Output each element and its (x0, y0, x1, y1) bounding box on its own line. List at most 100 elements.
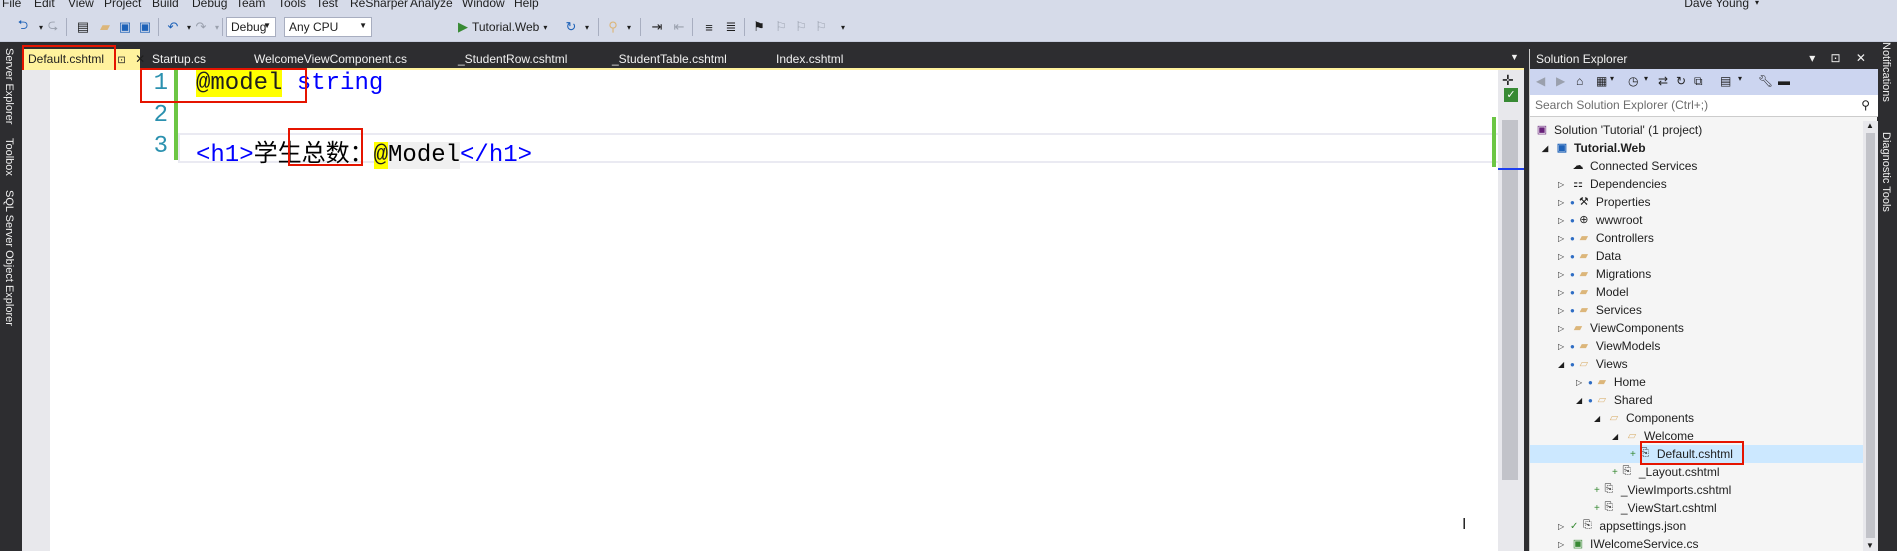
menu-analyze[interactable]: Analyze (410, 0, 453, 10)
home-icon[interactable]: ⌂ (1576, 74, 1583, 88)
menu-project[interactable]: Project (104, 0, 141, 10)
close-icon[interactable]: ✕ (135, 52, 145, 66)
notifications-tab[interactable]: Notifications (1880, 42, 1892, 102)
scrollbar-thumb[interactable] (1502, 120, 1518, 480)
tree-node-components[interactable]: ◢ ▱ Components (1594, 409, 1694, 427)
menu-view[interactable]: View (68, 0, 94, 10)
tab-welcomeviewcomponent-cs[interactable]: WelcomeViewComponent.cs (248, 49, 413, 69)
new-project-icon[interactable]: ▤ (74, 18, 92, 36)
tree-node-services[interactable]: ▷ ● ▰ Services (1558, 301, 1642, 319)
preview-icon[interactable]: ▬ (1778, 74, 1790, 88)
tree-node-project[interactable]: ◢ ▣ Tutorial.Web (1542, 139, 1646, 157)
back-icon[interactable]: ⮌ (14, 17, 32, 36)
server-explorer-tab[interactable]: Server Explorer (3, 48, 15, 124)
collapsed-arrow-icon[interactable]: ▷ (1558, 324, 1570, 333)
tree-node-viewimports-cshtml[interactable]: + ⎘ _ViewImports.cshtml (1594, 481, 1731, 499)
scrollbar-thumb[interactable] (1866, 133, 1875, 538)
tree-node-controllers[interactable]: ▷ ● ▰ Controllers (1558, 229, 1654, 247)
indent-icon[interactable]: ⇤ (670, 18, 688, 36)
show-all-files-icon[interactable]: ▤ (1720, 74, 1731, 88)
collapsed-arrow-icon[interactable]: ▷ (1558, 522, 1570, 531)
save-all-icon[interactable]: ▣ (136, 18, 154, 36)
expanded-arrow-icon[interactable]: ◢ (1594, 414, 1606, 423)
tab-studentrow-cshtml[interactable]: _StudentRow.cshtml (452, 49, 573, 69)
bookmark-icon[interactable]: ⚑ (750, 18, 768, 36)
tree-node-migrations[interactable]: ▷ ● ▰ Migrations (1558, 265, 1651, 283)
menu-tools[interactable]: Tools (278, 0, 306, 10)
start-debugging-button[interactable]: ▶ Tutorial.Web ▾ (458, 17, 547, 37)
tree-node-wwwroot[interactable]: ▷ ● ⊕ wwwroot (1558, 211, 1643, 229)
chevron-down-icon[interactable]: ▾ (1610, 74, 1614, 83)
comment-icon[interactable]: ≡ (700, 18, 718, 36)
tab-startup-cs[interactable]: Startup.cs (146, 49, 212, 69)
tree-node-dependencies[interactable]: ▷ ⚏ Dependencies (1558, 175, 1667, 193)
collapsed-arrow-icon[interactable]: ▷ (1558, 252, 1570, 261)
overflow-chevron-icon[interactable]: ▾ (834, 18, 852, 36)
tree-node-iwelcomeservice-cs[interactable]: ▷ ▣ IWelcomeService.cs (1558, 535, 1698, 551)
toolbox-tab[interactable]: Toolbox (3, 138, 15, 176)
tab-index-cshtml[interactable]: Index.cshtml (770, 49, 849, 69)
menu-build[interactable]: Build (152, 0, 179, 10)
step-icon[interactable]: ⇥ (648, 18, 666, 36)
chevron-down-icon[interactable]: ▾ (1738, 74, 1742, 83)
configuration-select[interactable]: Debug ▼ (226, 17, 276, 37)
solution-explorer-search-input[interactable]: Search Solution Explorer (Ctrl+;) ⚲ (1530, 95, 1878, 117)
solution-explorer-scrollbar[interactable]: ▲ ▼ (1863, 121, 1878, 551)
collapsed-arrow-icon[interactable]: ▷ (1558, 198, 1570, 207)
chevron-down-icon[interactable]: ▾ (578, 18, 596, 36)
panel-window-controls[interactable]: ▾ ⊡ ✕ (1809, 51, 1872, 65)
tab-studenttable-cshtml[interactable]: _StudentTable.cshtml (606, 49, 733, 69)
save-icon[interactable]: ▣ (116, 18, 134, 36)
collapsed-arrow-icon[interactable]: ▷ (1558, 306, 1570, 315)
menu-edit[interactable]: Edit (34, 0, 55, 10)
back-icon[interactable]: ◀ (1536, 74, 1545, 88)
menu-test[interactable]: Test (316, 0, 338, 10)
tree-node-viewmodels[interactable]: ▷ ● ▰ ViewModels (1558, 337, 1660, 355)
menu-window[interactable]: Window (462, 0, 505, 10)
tree-node-properties[interactable]: ▷ ● ⚒ Properties (1558, 193, 1651, 211)
split-window-icon[interactable]: ✛ (1502, 72, 1514, 89)
code-editor[interactable]: 1 2 3 @model string <h1>学生总数：@Model</h1>… (22, 68, 1524, 551)
forward-icon[interactable]: ▶ (1556, 74, 1565, 88)
pin-icon[interactable]: ⊡ (117, 55, 125, 66)
chevron-down-icon[interactable]: ▾ (1644, 74, 1648, 83)
prev-bookmark-icon[interactable]: ⚐ (772, 18, 790, 36)
refresh-icon[interactable]: ↻ (1676, 74, 1686, 88)
sql-server-object-explorer-tab[interactable]: SQL Server Object Explorer (3, 190, 15, 326)
no-issues-check-icon[interactable]: ✓ (1504, 88, 1518, 102)
menu-help[interactable]: Help (514, 0, 539, 10)
tab-list-dropdown-icon[interactable]: ▼ (1510, 52, 1519, 62)
forward-icon[interactable]: ⮎ (44, 17, 62, 36)
diagnostic-tools-tab[interactable]: Diagnostic Tools (1880, 132, 1892, 212)
tree-node-connected-services[interactable]: ☁ Connected Services (1558, 157, 1698, 175)
collapsed-arrow-icon[interactable]: ▷ (1558, 234, 1570, 243)
collapsed-arrow-icon[interactable]: ▷ (1576, 378, 1588, 387)
expanded-arrow-icon[interactable]: ◢ (1576, 396, 1588, 405)
expanded-arrow-icon[interactable]: ◢ (1542, 144, 1554, 153)
sync-icon[interactable]: ⇄ (1658, 74, 1668, 88)
tree-node-appsettings-json[interactable]: ▷ ✓ ⎘ appsettings.json (1558, 517, 1686, 535)
tree-node-viewstart-cshtml[interactable]: + ⎘ _ViewStart.cshtml (1594, 499, 1717, 517)
collapse-all-icon[interactable]: ⧉ (1694, 74, 1703, 89)
pending-changes-icon[interactable]: ◷ (1628, 74, 1638, 88)
menu-team[interactable]: Team (236, 0, 265, 10)
tree-node-data[interactable]: ▷ ● ▰ Data (1558, 247, 1621, 265)
tree-node-viewcomponents[interactable]: ▷ ▰ ViewComponents (1558, 319, 1684, 337)
menu-resharper[interactable]: ReSharper (350, 0, 408, 10)
tree-node-shared[interactable]: ◢ ● ▱ Shared (1576, 391, 1653, 409)
collapsed-arrow-icon[interactable]: ▷ (1558, 180, 1570, 189)
collapsed-arrow-icon[interactable]: ▷ (1558, 288, 1570, 297)
switch-views-icon[interactable]: ▦ (1596, 74, 1607, 88)
next-bookmark-icon[interactable]: ⚐ (792, 18, 810, 36)
collapsed-arrow-icon[interactable]: ▷ (1558, 342, 1570, 351)
scroll-down-icon[interactable]: ▼ (1866, 541, 1874, 550)
tree-node-solution[interactable]: ▣ Solution 'Tutorial' (1 project) (1534, 121, 1702, 139)
menu-debug[interactable]: Debug (192, 0, 227, 10)
collapsed-arrow-icon[interactable]: ▷ (1558, 540, 1570, 549)
scroll-up-icon[interactable]: ▲ (1866, 121, 1874, 130)
code-line-3[interactable]: <h1>学生总数：@Model</h1> (196, 133, 532, 169)
tree-node-model[interactable]: ▷ ● ▰ Model (1558, 283, 1629, 301)
expanded-arrow-icon[interactable]: ◢ (1612, 432, 1624, 441)
platform-select[interactable]: Any CPU ▼ (284, 17, 372, 37)
chevron-down-icon[interactable]: ▾ (620, 18, 638, 36)
